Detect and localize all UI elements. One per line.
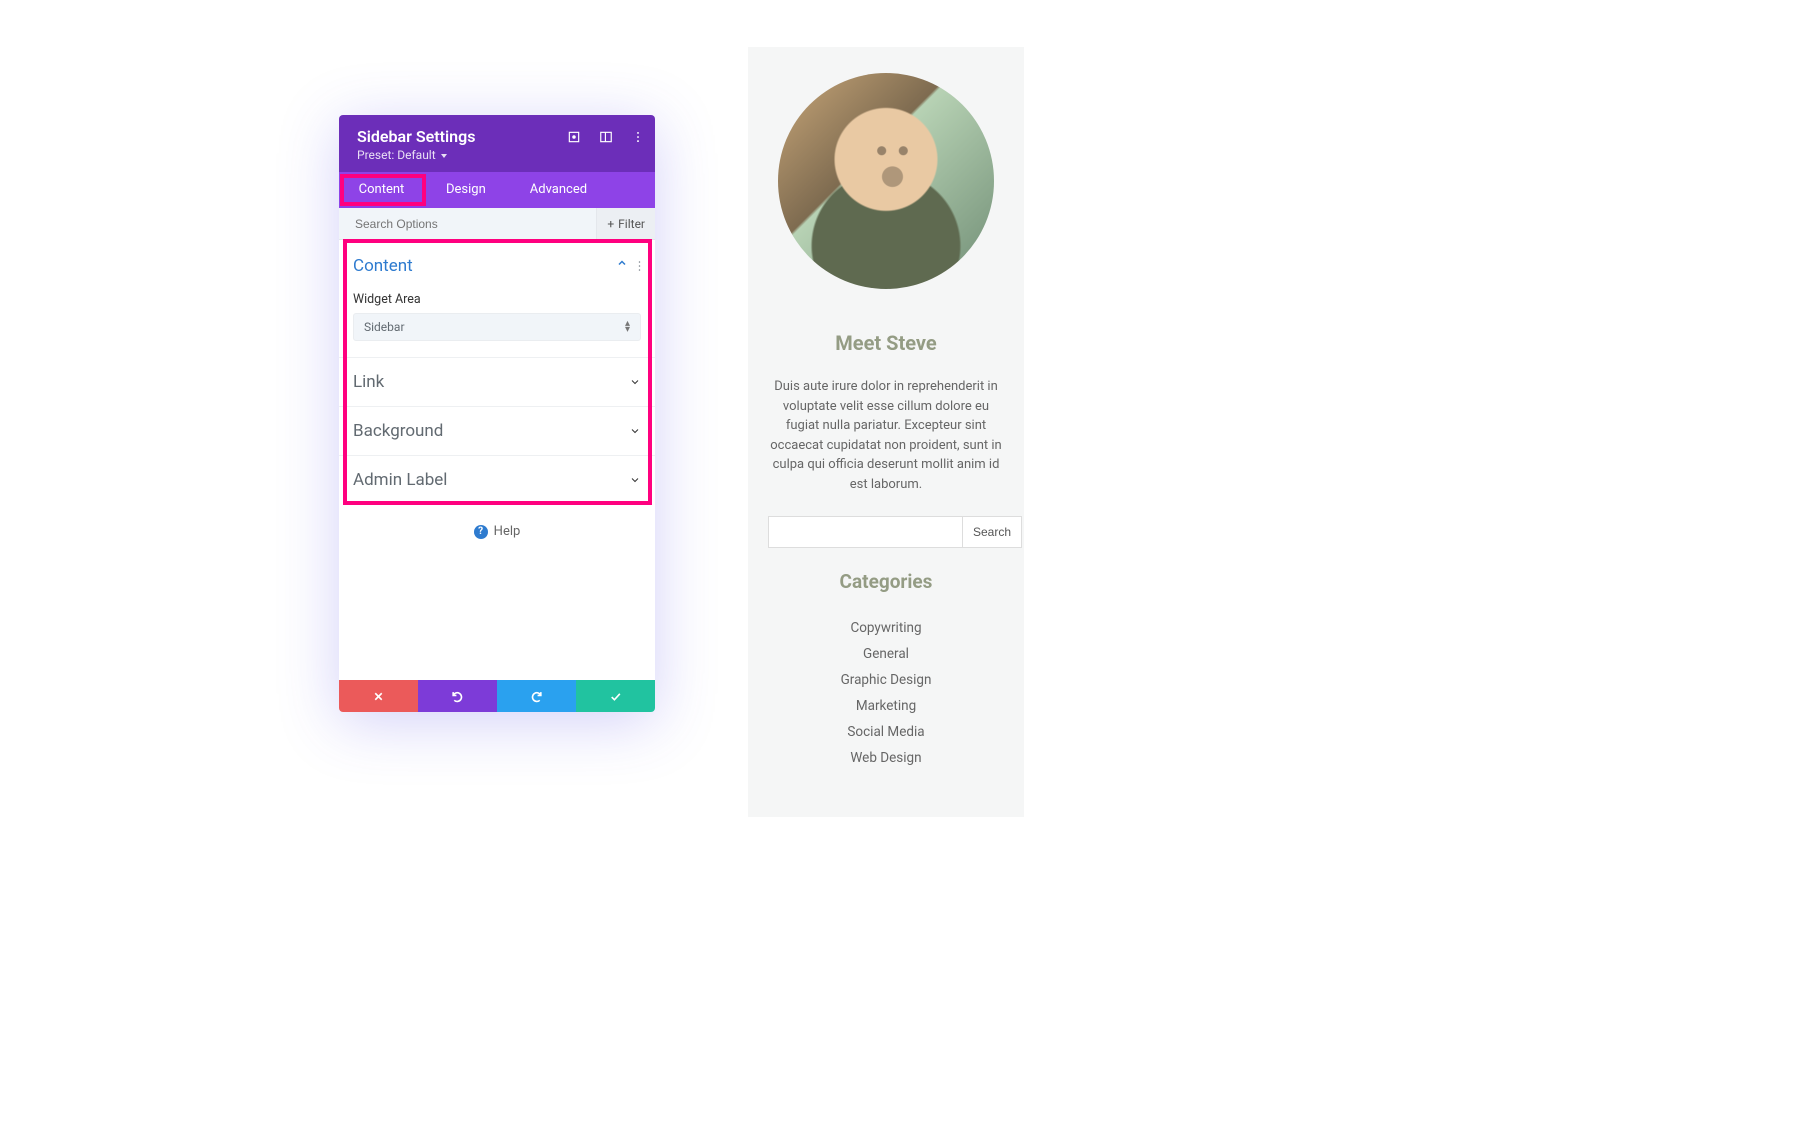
help-icon: ?	[474, 525, 488, 539]
redo-button[interactable]	[497, 680, 576, 712]
preset-selector[interactable]: Preset: Default	[357, 148, 639, 162]
settings-tabs: Content Design Advanced	[339, 172, 655, 208]
avatar	[778, 73, 994, 289]
section-content-header[interactable]: Content	[353, 240, 641, 286]
preview-title: Meet Steve	[768, 331, 1004, 355]
tab-design[interactable]: Design	[424, 172, 508, 208]
search-input[interactable]	[768, 516, 962, 548]
preview-description: Duis aute irure dolor in reprehenderit i…	[768, 377, 1004, 494]
expand-icon[interactable]	[567, 129, 581, 148]
category-item[interactable]: Graphic Design	[768, 667, 1004, 693]
category-item[interactable]: Marketing	[768, 693, 1004, 719]
section-content: Content Widget Area Sidebar ▴▾	[339, 240, 655, 358]
panel-toggle-icon[interactable]	[599, 129, 613, 148]
category-item[interactable]: Social Media	[768, 719, 1004, 745]
section-content-title: Content	[353, 240, 413, 286]
help-label: Help	[494, 524, 521, 539]
category-item[interactable]: Copywriting	[768, 615, 1004, 641]
section-link-header[interactable]: Link	[353, 358, 641, 406]
section-more-icon[interactable]	[638, 257, 641, 269]
sidebar-preview: Meet Steve Duis aute irure dolor in repr…	[748, 47, 1024, 817]
tab-advanced[interactable]: Advanced	[508, 172, 609, 208]
section-link-title: Link	[353, 358, 384, 406]
search-bar: + Filter	[339, 208, 655, 240]
category-item[interactable]: Web Design	[768, 745, 1004, 771]
widget-area-label: Widget Area	[353, 286, 641, 313]
widget-area-select[interactable]: Sidebar ▴▾	[353, 313, 641, 341]
widget-area-value: Sidebar	[364, 320, 405, 334]
select-sort-icon: ▴▾	[625, 321, 630, 333]
category-list: Copywriting General Graphic Design Marke…	[768, 615, 1004, 771]
category-item[interactable]: General	[768, 641, 1004, 667]
section-admin-label: Admin Label	[339, 456, 655, 504]
save-button[interactable]	[576, 680, 655, 712]
chevron-down-icon	[629, 474, 641, 486]
sidebar-settings-panel: Sidebar Settings Preset: Default Content…	[339, 115, 655, 712]
caret-down-icon	[441, 154, 447, 158]
plus-icon: +	[607, 217, 614, 231]
tab-content[interactable]: Content	[339, 172, 424, 208]
search-input[interactable]	[339, 217, 596, 231]
more-icon[interactable]	[631, 129, 645, 148]
chevron-down-icon	[629, 425, 641, 437]
undo-button[interactable]	[418, 680, 497, 712]
filter-label: Filter	[618, 217, 645, 231]
section-admin-label-header[interactable]: Admin Label	[353, 456, 641, 504]
chevron-down-icon	[629, 376, 641, 388]
settings-body: Content Widget Area Sidebar ▴▾ Link	[339, 240, 655, 680]
chevron-up-icon	[616, 257, 628, 269]
section-background: Background	[339, 407, 655, 456]
section-admin-label-title: Admin Label	[353, 456, 447, 504]
settings-footer	[339, 680, 655, 712]
settings-header: Sidebar Settings Preset: Default	[339, 115, 655, 172]
cancel-button[interactable]	[339, 680, 418, 712]
search-button[interactable]: Search	[962, 516, 1022, 548]
section-link: Link	[339, 358, 655, 407]
help-link[interactable]: ? Help	[339, 504, 655, 559]
preview-search: Search	[768, 516, 1004, 548]
filter-button[interactable]: + Filter	[596, 208, 655, 239]
preset-label: Preset: Default	[357, 148, 436, 162]
section-background-title: Background	[353, 407, 443, 455]
section-background-header[interactable]: Background	[353, 407, 641, 455]
categories-title: Categories	[768, 570, 1004, 593]
